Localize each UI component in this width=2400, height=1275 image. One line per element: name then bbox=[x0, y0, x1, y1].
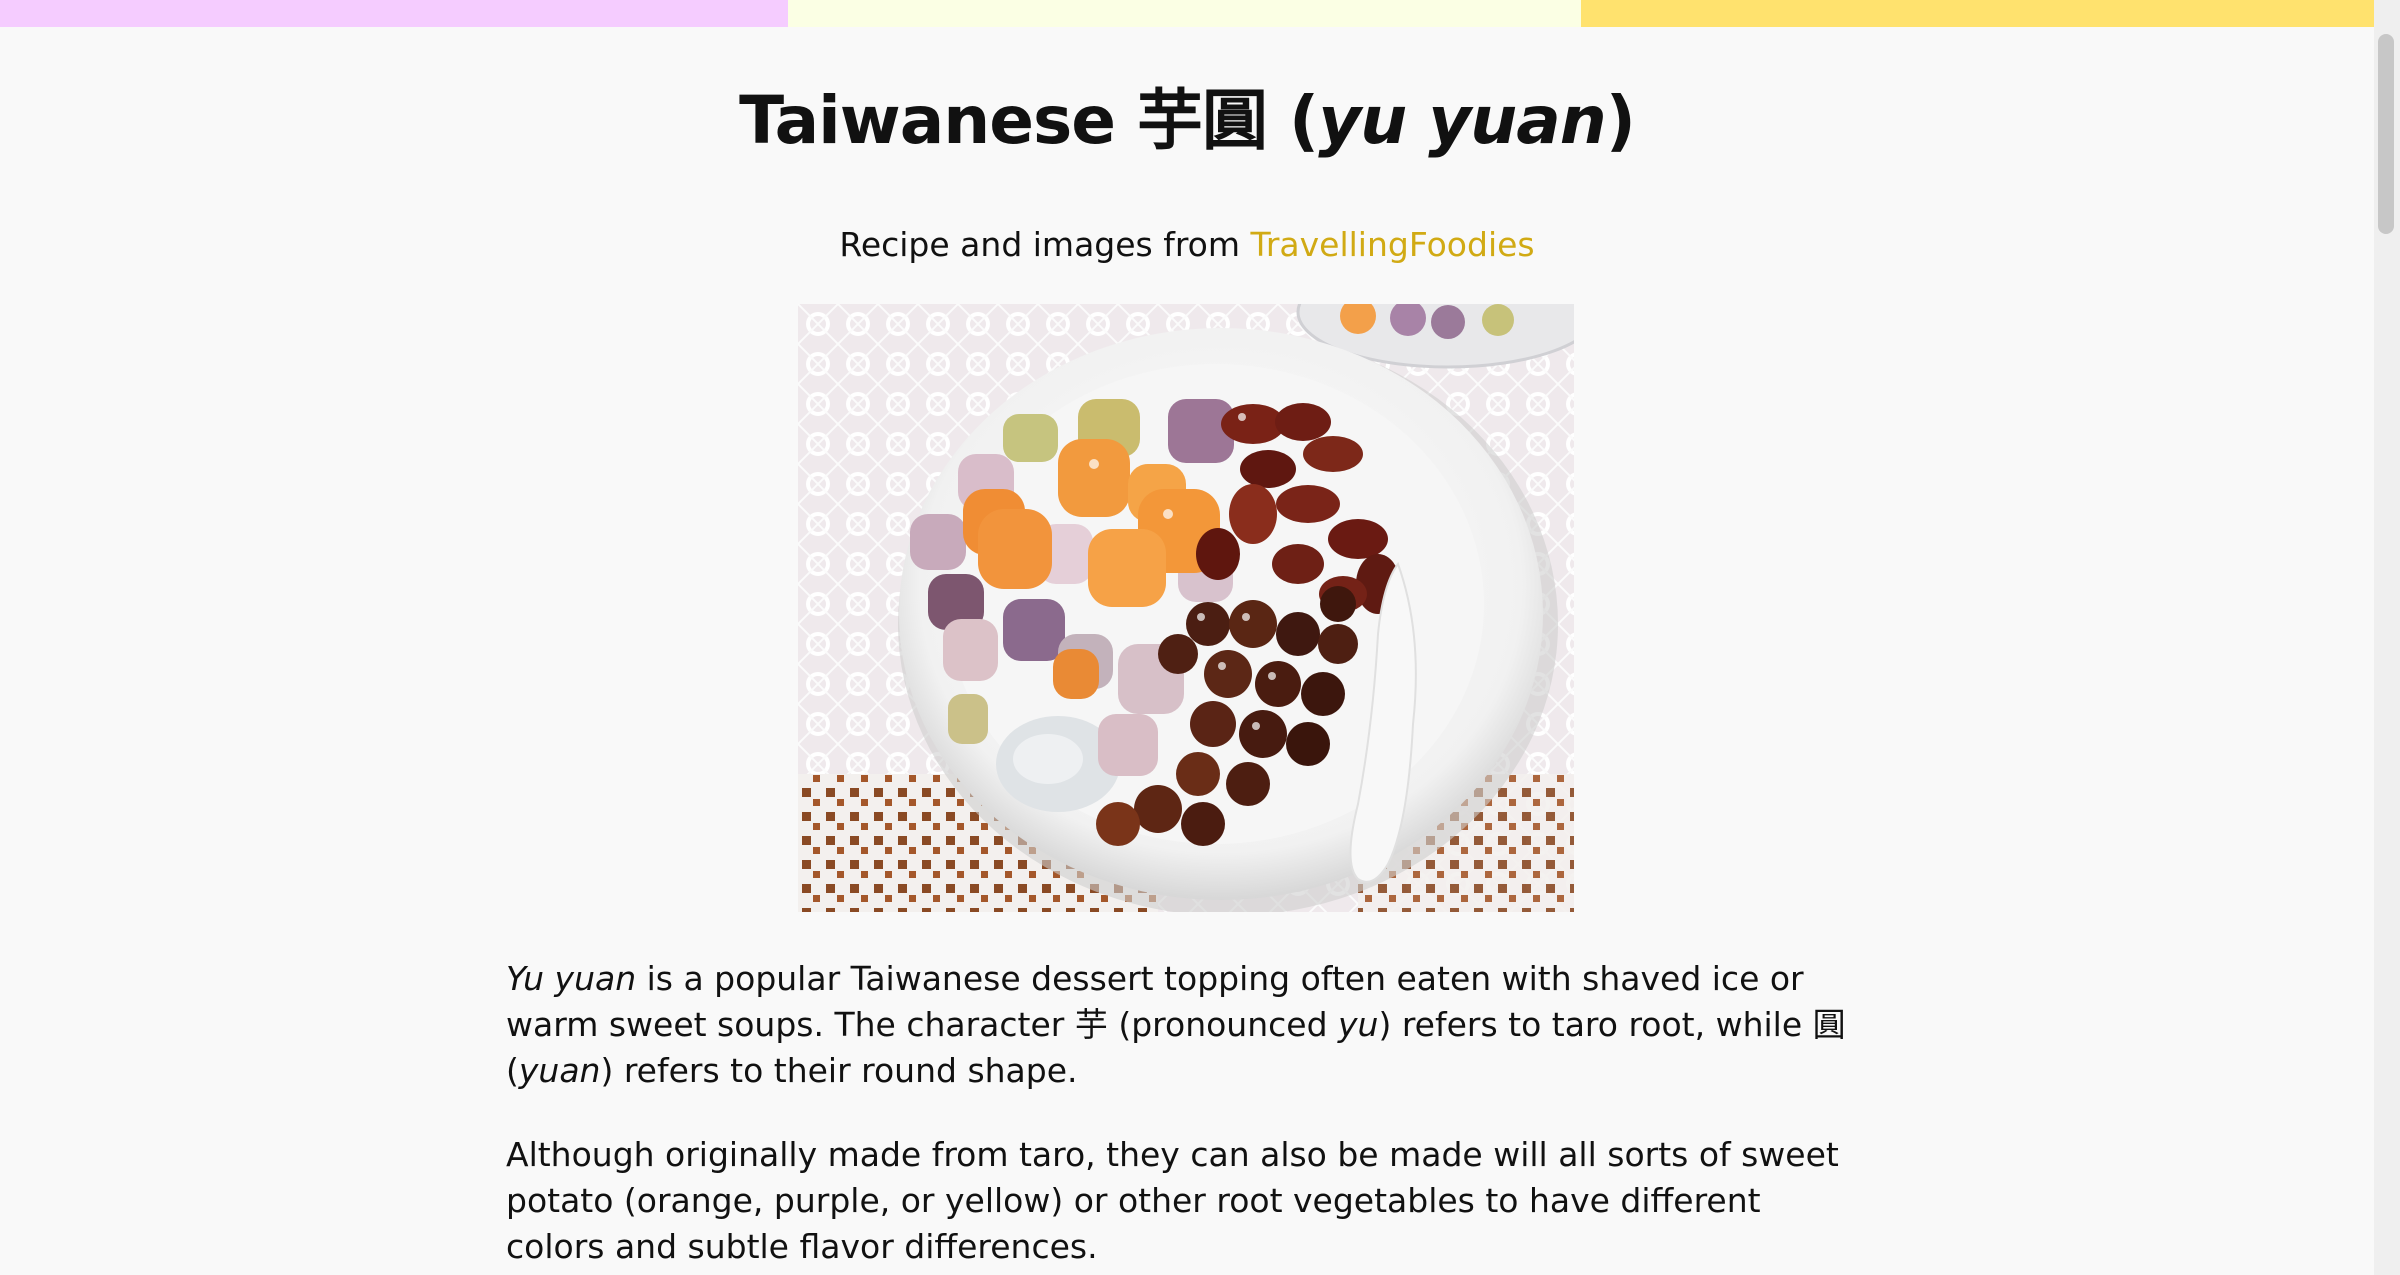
title-prefix: Taiwanese 芋圓 ( bbox=[739, 82, 1319, 159]
source-link[interactable]: TravellingFoodies bbox=[1251, 225, 1535, 264]
variation-paragraph: Although originally made from taro, they… bbox=[506, 1132, 1846, 1270]
credit-text: Recipe and images from bbox=[839, 225, 1251, 264]
stripe-segment-cream bbox=[788, 0, 1581, 27]
p2-text: Although originally made from taro, they… bbox=[506, 1135, 1839, 1266]
p1-italic-yu: yu bbox=[1338, 1005, 1379, 1044]
stripe-segment-yellow bbox=[1581, 0, 2374, 27]
vertical-scrollbar[interactable] bbox=[2374, 0, 2400, 1275]
top-color-stripe bbox=[0, 0, 2374, 27]
recipe-credit: Recipe and images from TravellingFoodies bbox=[0, 224, 2374, 267]
p1-italic-yu-yuan: Yu yuan bbox=[506, 959, 637, 998]
scrollbar-thumb[interactable] bbox=[2378, 34, 2394, 234]
stripe-segment-pink bbox=[0, 0, 788, 27]
intro-paragraph: Yu yuan is a popular Taiwanese dessert t… bbox=[506, 956, 1846, 1094]
page-title: Taiwanese 芋圓 (yu yuan) bbox=[0, 78, 2374, 164]
title-italic: yu yuan bbox=[1318, 82, 1607, 159]
page: Taiwanese 芋圓 (yu yuan) Recipe and images… bbox=[0, 0, 2400, 1275]
p1-text-3: ) refers to their round shape. bbox=[600, 1051, 1078, 1090]
title-suffix: ) bbox=[1605, 82, 1636, 159]
p1-italic-yuan: yuan bbox=[518, 1051, 601, 1090]
yu-yuan-photo bbox=[798, 304, 1574, 912]
